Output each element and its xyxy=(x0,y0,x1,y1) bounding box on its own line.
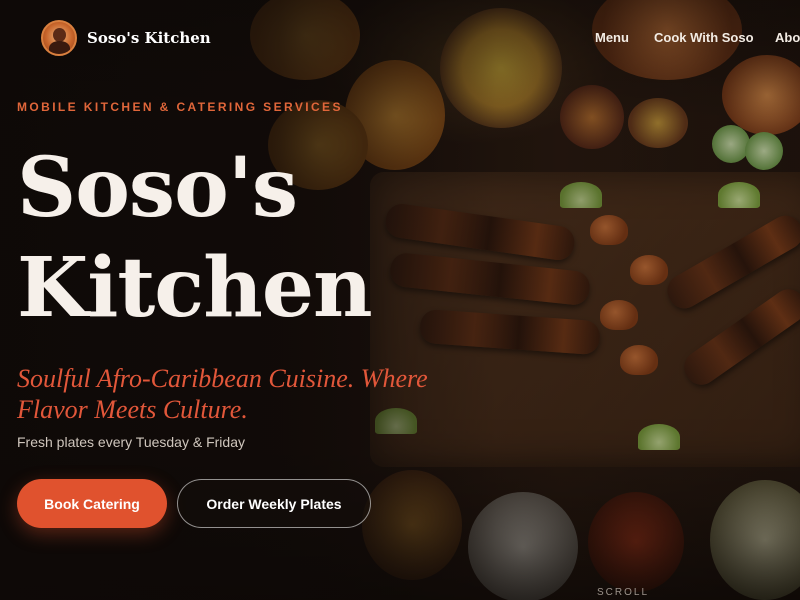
hero-eyebrow: MOBILE KITCHEN & CATERING SERVICES xyxy=(17,100,343,114)
scroll-hint: SCROLL xyxy=(597,587,650,598)
top-navigation: Soso's Kitchen Menu Cook With Soso About xyxy=(0,0,800,76)
hero-tagline: Soulful Afro-Caribbean Cuisine. Where Fl… xyxy=(17,364,428,424)
hero-section: Soso's Kitchen Menu Cook With Soso About… xyxy=(0,0,800,600)
hero-title-line-1: Soso's xyxy=(17,140,298,236)
nav-link-cook-with-soso[interactable]: Cook With Soso xyxy=(654,30,775,45)
hero-schedule-note: Fresh plates every Tuesday & Friday xyxy=(17,434,245,450)
brand-name[interactable]: Soso's Kitchen xyxy=(87,29,211,47)
hero-title: Soso's Kitchen xyxy=(17,138,373,338)
logo-face xyxy=(53,28,66,42)
nav-links: Menu Cook With Soso About xyxy=(595,30,800,45)
book-catering-button[interactable]: Book Catering xyxy=(17,479,167,528)
order-weekly-plates-button[interactable]: Order Weekly Plates xyxy=(177,479,371,528)
chef-portrait-logo-icon[interactable] xyxy=(41,20,77,56)
nav-link-menu[interactable]: Menu xyxy=(595,30,654,45)
hero-title-line-2: Kitchen xyxy=(17,240,373,336)
nav-link-about[interactable]: About xyxy=(775,30,800,45)
logo-shoulders xyxy=(49,41,70,54)
